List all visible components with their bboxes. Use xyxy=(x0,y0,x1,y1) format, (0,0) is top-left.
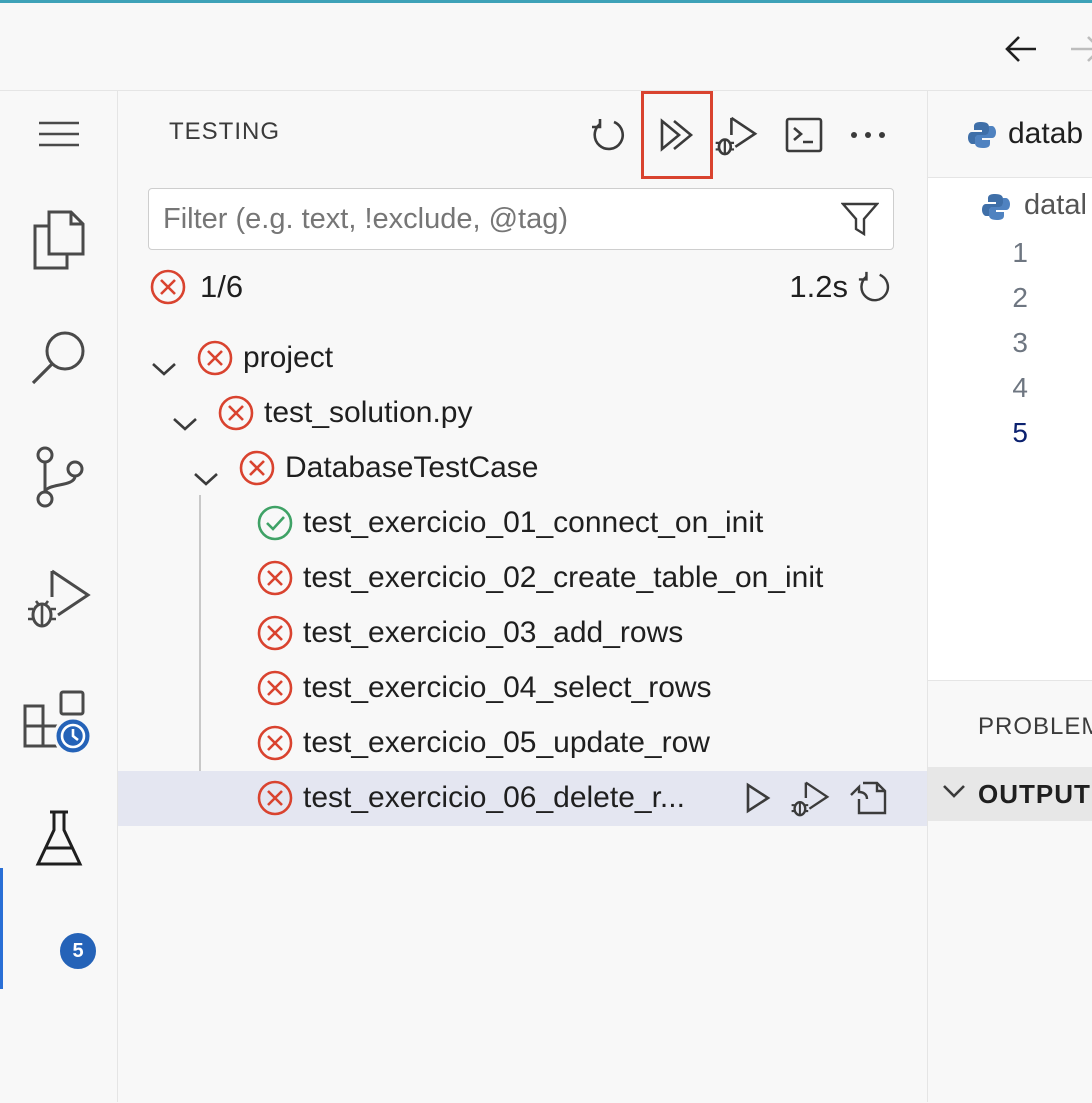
debug-test-button[interactable] xyxy=(790,778,830,818)
hamburger-menu-icon xyxy=(38,121,79,147)
filter-icon[interactable] xyxy=(840,201,880,242)
activity-extensions[interactable] xyxy=(0,683,117,763)
chevron-down-icon[interactable] xyxy=(151,351,177,385)
error-icon xyxy=(148,267,188,307)
refresh-icon xyxy=(592,119,624,151)
test-count: 1/6 xyxy=(200,269,244,304)
test-item[interactable]: test_exercicio_01_connect_on_init xyxy=(118,496,927,551)
debug-run-icon xyxy=(27,569,91,628)
beaker-icon xyxy=(35,810,82,866)
test-group[interactable]: DatabaseTestCase xyxy=(118,441,927,496)
test-label: test_exercicio_01_connect_on_init xyxy=(303,506,764,539)
terminal-icon xyxy=(785,117,823,153)
test-group[interactable]: test_solution.py xyxy=(118,386,927,441)
back-button[interactable] xyxy=(1001,29,1041,69)
test-summary: 1/6 1.2s xyxy=(148,265,894,309)
error-icon xyxy=(255,778,295,818)
debug-run-icon xyxy=(715,116,758,156)
activity-run-debug[interactable] xyxy=(0,555,117,639)
error-icon xyxy=(255,613,295,653)
test-label: test_exercicio_02_create_table_on_init xyxy=(303,561,824,594)
python-file-icon xyxy=(962,115,1002,155)
activity-search[interactable] xyxy=(0,317,117,397)
test-item[interactable]: test_exercicio_05_update_row xyxy=(118,716,927,771)
error-icon xyxy=(255,723,295,763)
error-icon xyxy=(216,393,256,433)
line-number: 4 xyxy=(1012,372,1028,403)
more-actions-button[interactable] xyxy=(835,105,901,165)
error-icon xyxy=(255,668,295,708)
active-indicator xyxy=(0,868,3,989)
editor-breadcrumb[interactable]: datal xyxy=(1024,189,1087,222)
run-all-icon xyxy=(660,118,694,152)
activity-testing[interactable] xyxy=(0,799,117,879)
rerun-icon[interactable] xyxy=(854,267,894,307)
test-label: test_exercicio_06_delete_r... xyxy=(303,781,685,814)
ellipsis-icon xyxy=(851,132,885,138)
test-item[interactable]: test_exercicio_06_delete_r... xyxy=(118,771,927,826)
tab-problems[interactable]: PROBLEM xyxy=(978,713,1092,741)
activity-bar: 5 xyxy=(0,91,118,1102)
run-test-button[interactable] xyxy=(738,778,778,818)
test-label: test_exercicio_05_update_row xyxy=(303,726,710,759)
line-number: 5 xyxy=(1012,417,1028,448)
arrow-right-icon xyxy=(1071,36,1092,62)
python-file-icon xyxy=(976,187,1016,227)
debug-all-tests-button[interactable] xyxy=(703,105,769,165)
line-number: 3 xyxy=(1012,327,1028,358)
show-output-button[interactable] xyxy=(771,105,837,165)
testing-sidebar: TESTING Filter (e.g. text, !exclude, @ta… xyxy=(118,91,928,1102)
test-label: test_exercicio_03_add_rows xyxy=(303,616,684,649)
chevron-down-icon xyxy=(943,785,965,798)
forward-button[interactable] xyxy=(1066,29,1092,69)
editor-area: datab datal 1 2 3 4 5 xyxy=(928,91,1092,680)
line-number: 1 xyxy=(1012,237,1028,268)
error-icon xyxy=(255,558,295,598)
test-duration: 1.2s xyxy=(789,269,848,304)
extensions-icon xyxy=(23,690,92,756)
go-to-test-button[interactable] xyxy=(848,778,888,818)
test-label: test_solution.py xyxy=(264,396,473,429)
test-label: test_exercicio_04_select_rows xyxy=(303,671,712,704)
test-item[interactable]: test_exercicio_03_add_rows xyxy=(118,606,927,661)
sidebar-title: TESTING xyxy=(169,118,281,145)
test-item[interactable]: test_exercicio_04_select_rows xyxy=(118,661,927,716)
search-icon xyxy=(31,331,84,385)
arrow-left-icon xyxy=(1005,36,1036,62)
output-section-header[interactable]: OUTPUT xyxy=(928,767,1092,821)
editor-tab-bar: datab xyxy=(928,91,1092,178)
test-item[interactable]: test_exercicio_02_create_table_on_init xyxy=(118,551,927,606)
error-icon xyxy=(195,338,235,378)
line-number: 2 xyxy=(1012,282,1028,313)
chevron-down-icon[interactable] xyxy=(193,461,219,495)
title-bar xyxy=(0,3,1092,91)
error-icon xyxy=(237,448,277,488)
check-icon xyxy=(255,503,295,543)
files-icon xyxy=(33,210,84,270)
activity-explorer[interactable] xyxy=(0,199,117,279)
source-control-icon xyxy=(36,446,83,508)
bottom-panel: PROBLEM OUTPUT xyxy=(928,680,1092,1103)
test-group[interactable]: project xyxy=(118,331,927,386)
activity-menu[interactable] xyxy=(0,109,117,159)
activity-source-control[interactable] xyxy=(0,437,117,517)
testing-badge: 5 xyxy=(58,931,98,971)
chevron-down-icon[interactable] xyxy=(172,406,198,440)
filter-box xyxy=(148,188,894,250)
test-label: project xyxy=(243,341,334,374)
output-section-label: OUTPUT xyxy=(978,779,1091,809)
refresh-tests-button[interactable] xyxy=(575,105,641,165)
editor-tab-label[interactable]: datab xyxy=(1008,117,1083,151)
test-label: DatabaseTestCase xyxy=(285,451,539,484)
filter-input[interactable] xyxy=(163,189,823,249)
